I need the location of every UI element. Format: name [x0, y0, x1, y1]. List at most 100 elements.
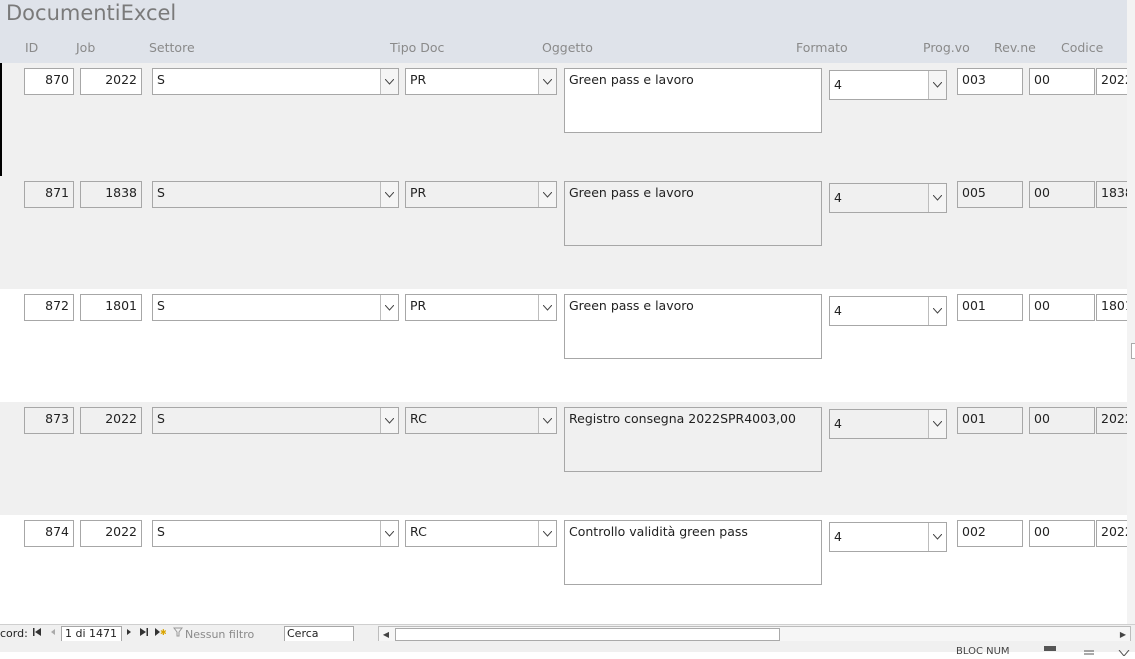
column-header-oggetto: Oggetto [542, 40, 593, 55]
scroll-left-icon[interactable]: ◀ [379, 627, 393, 642]
codice-field[interactable]: 2022S [1096, 68, 1127, 95]
dropdown-arrow-icon[interactable] [380, 408, 398, 433]
progvo-field[interactable]: 001 [957, 294, 1023, 321]
svg-text:✱: ✱ [160, 628, 166, 637]
dropdown-arrow-icon[interactable] [538, 295, 556, 320]
form-view-icon[interactable] [1044, 646, 1056, 651]
dropdown-arrow-icon[interactable] [928, 297, 946, 325]
settore-value: S [157, 524, 165, 539]
dropdown-arrow-icon[interactable] [928, 523, 946, 551]
prev-record-icon[interactable] [47, 627, 59, 641]
job-field[interactable]: 2022 [80, 68, 142, 95]
tipo-doc-value: RC [410, 524, 427, 539]
tipo-doc-combo[interactable]: PR [405, 181, 557, 208]
column-header-tipo-doc: Tipo Doc [390, 40, 445, 55]
dropdown-arrow-icon[interactable] [380, 295, 398, 320]
id-field[interactable]: 874 [24, 520, 74, 547]
job-field[interactable]: 1801 [80, 294, 142, 321]
codice-field[interactable]: 2022S [1096, 407, 1127, 434]
filter-icon[interactable] [172, 627, 184, 641]
column-header-revne: Rev.ne [994, 40, 1036, 55]
dropdown-arrow-icon[interactable] [538, 182, 556, 207]
oggetto-field[interactable]: Registro consegna 2022SPR4003,00 [564, 407, 822, 472]
tipo-doc-value: PR [410, 185, 427, 200]
form-title: DocumentiExcel [6, 1, 177, 25]
column-header-codice: Codice [1061, 40, 1104, 55]
formato-combo[interactable]: 4 [829, 296, 947, 326]
dropdown-arrow-icon[interactable] [538, 521, 556, 546]
formato-value: 4 [834, 416, 842, 431]
column-header-job: Job [76, 40, 96, 55]
current-record-field[interactable]: 1 di 1471 [61, 626, 122, 642]
oggetto-field[interactable]: Green pass e lavoro [564, 68, 822, 133]
vertical-scrollbar[interactable] [1127, 0, 1135, 624]
settore-combo[interactable]: S [152, 294, 399, 321]
settore-combo[interactable]: S [152, 181, 399, 208]
settore-combo[interactable]: S [152, 68, 399, 95]
formato-value: 4 [834, 190, 842, 205]
formato-value: 4 [834, 77, 842, 92]
filter-status[interactable]: Nessun filtro [185, 628, 254, 641]
num-lock-indicator: BLOC NUM [956, 646, 1010, 657]
dropdown-arrow-icon[interactable] [928, 184, 946, 212]
scroll-right-icon[interactable]: ▶ [1116, 627, 1130, 642]
tipo-doc-value: PR [410, 298, 427, 313]
formato-combo[interactable]: 4 [829, 522, 947, 552]
id-field[interactable]: 870 [24, 68, 74, 95]
progvo-field[interactable]: 005 [957, 181, 1023, 208]
job-field[interactable]: 1838 [80, 181, 142, 208]
settore-value: S [157, 411, 165, 426]
job-field[interactable]: 2022 [80, 520, 142, 547]
formato-combo[interactable]: 4 [829, 183, 947, 213]
codice-field[interactable]: 1838S [1096, 181, 1127, 208]
progvo-field[interactable]: 001 [957, 407, 1023, 434]
dropdown-arrow-icon[interactable] [538, 408, 556, 433]
form-header: DocumentiExcel ID Job Settore Tipo Doc O… [0, 0, 1135, 63]
column-header-settore: Settore [149, 40, 195, 55]
progvo-field[interactable]: 003 [957, 68, 1023, 95]
dropdown-arrow-icon[interactable] [380, 182, 398, 207]
oggetto-field[interactable]: Green pass e lavoro [564, 181, 822, 246]
revne-field[interactable]: 00 [1029, 68, 1095, 95]
id-field[interactable]: 871 [24, 181, 74, 208]
tipo-doc-value: PR [410, 72, 427, 87]
settore-combo[interactable]: S [152, 520, 399, 547]
formato-combo[interactable]: 4 [829, 70, 947, 100]
settore-combo[interactable]: S [152, 407, 399, 434]
job-field[interactable]: 2022 [80, 407, 142, 434]
oggetto-field[interactable]: Green pass e lavoro [564, 294, 822, 359]
dropdown-arrow-icon[interactable] [538, 69, 556, 94]
codice-field[interactable]: 2022S [1096, 520, 1127, 547]
dropdown-arrow-icon[interactable] [380, 521, 398, 546]
vertical-scroll-thumb[interactable] [1131, 343, 1135, 359]
formato-combo[interactable]: 4 [829, 409, 947, 439]
tipo-doc-combo[interactable]: PR [405, 68, 557, 95]
id-field[interactable]: 873 [24, 407, 74, 434]
dropdown-arrow-icon[interactable] [928, 410, 946, 438]
codice-field[interactable]: 1801S [1096, 294, 1127, 321]
revne-field[interactable]: 00 [1029, 294, 1095, 321]
id-field[interactable]: 872 [24, 294, 74, 321]
tipo-doc-combo[interactable]: RC [405, 520, 557, 547]
dropdown-arrow-icon[interactable] [928, 71, 946, 99]
settore-value: S [157, 185, 165, 200]
records-area: 870 2022 S PR Green pass e lavoro 4 003 … [0, 63, 1127, 628]
search-input[interactable]: Cerca [284, 626, 354, 642]
horizontal-scroll-thumb[interactable] [395, 628, 780, 641]
column-header-progvo: Prog.vo [923, 40, 970, 55]
new-record-icon[interactable]: ✱ [154, 627, 167, 641]
oggetto-field[interactable]: Controllo validità green pass [564, 520, 822, 585]
tipo-doc-combo[interactable]: PR [405, 294, 557, 321]
revne-field[interactable]: 00 [1029, 407, 1095, 434]
progvo-field[interactable]: 002 [957, 520, 1023, 547]
last-record-icon[interactable] [138, 627, 150, 641]
datasheet-view-icon[interactable] [1083, 645, 1097, 655]
first-record-icon[interactable] [31, 627, 43, 641]
next-record-icon[interactable] [123, 627, 135, 641]
design-view-icon[interactable] [1118, 645, 1132, 657]
dropdown-arrow-icon[interactable] [380, 69, 398, 94]
record-row: 874 2022 S RC Controllo validità green p… [0, 515, 1127, 628]
revne-field[interactable]: 00 [1029, 520, 1095, 547]
tipo-doc-combo[interactable]: RC [405, 407, 557, 434]
revne-field[interactable]: 00 [1029, 181, 1095, 208]
